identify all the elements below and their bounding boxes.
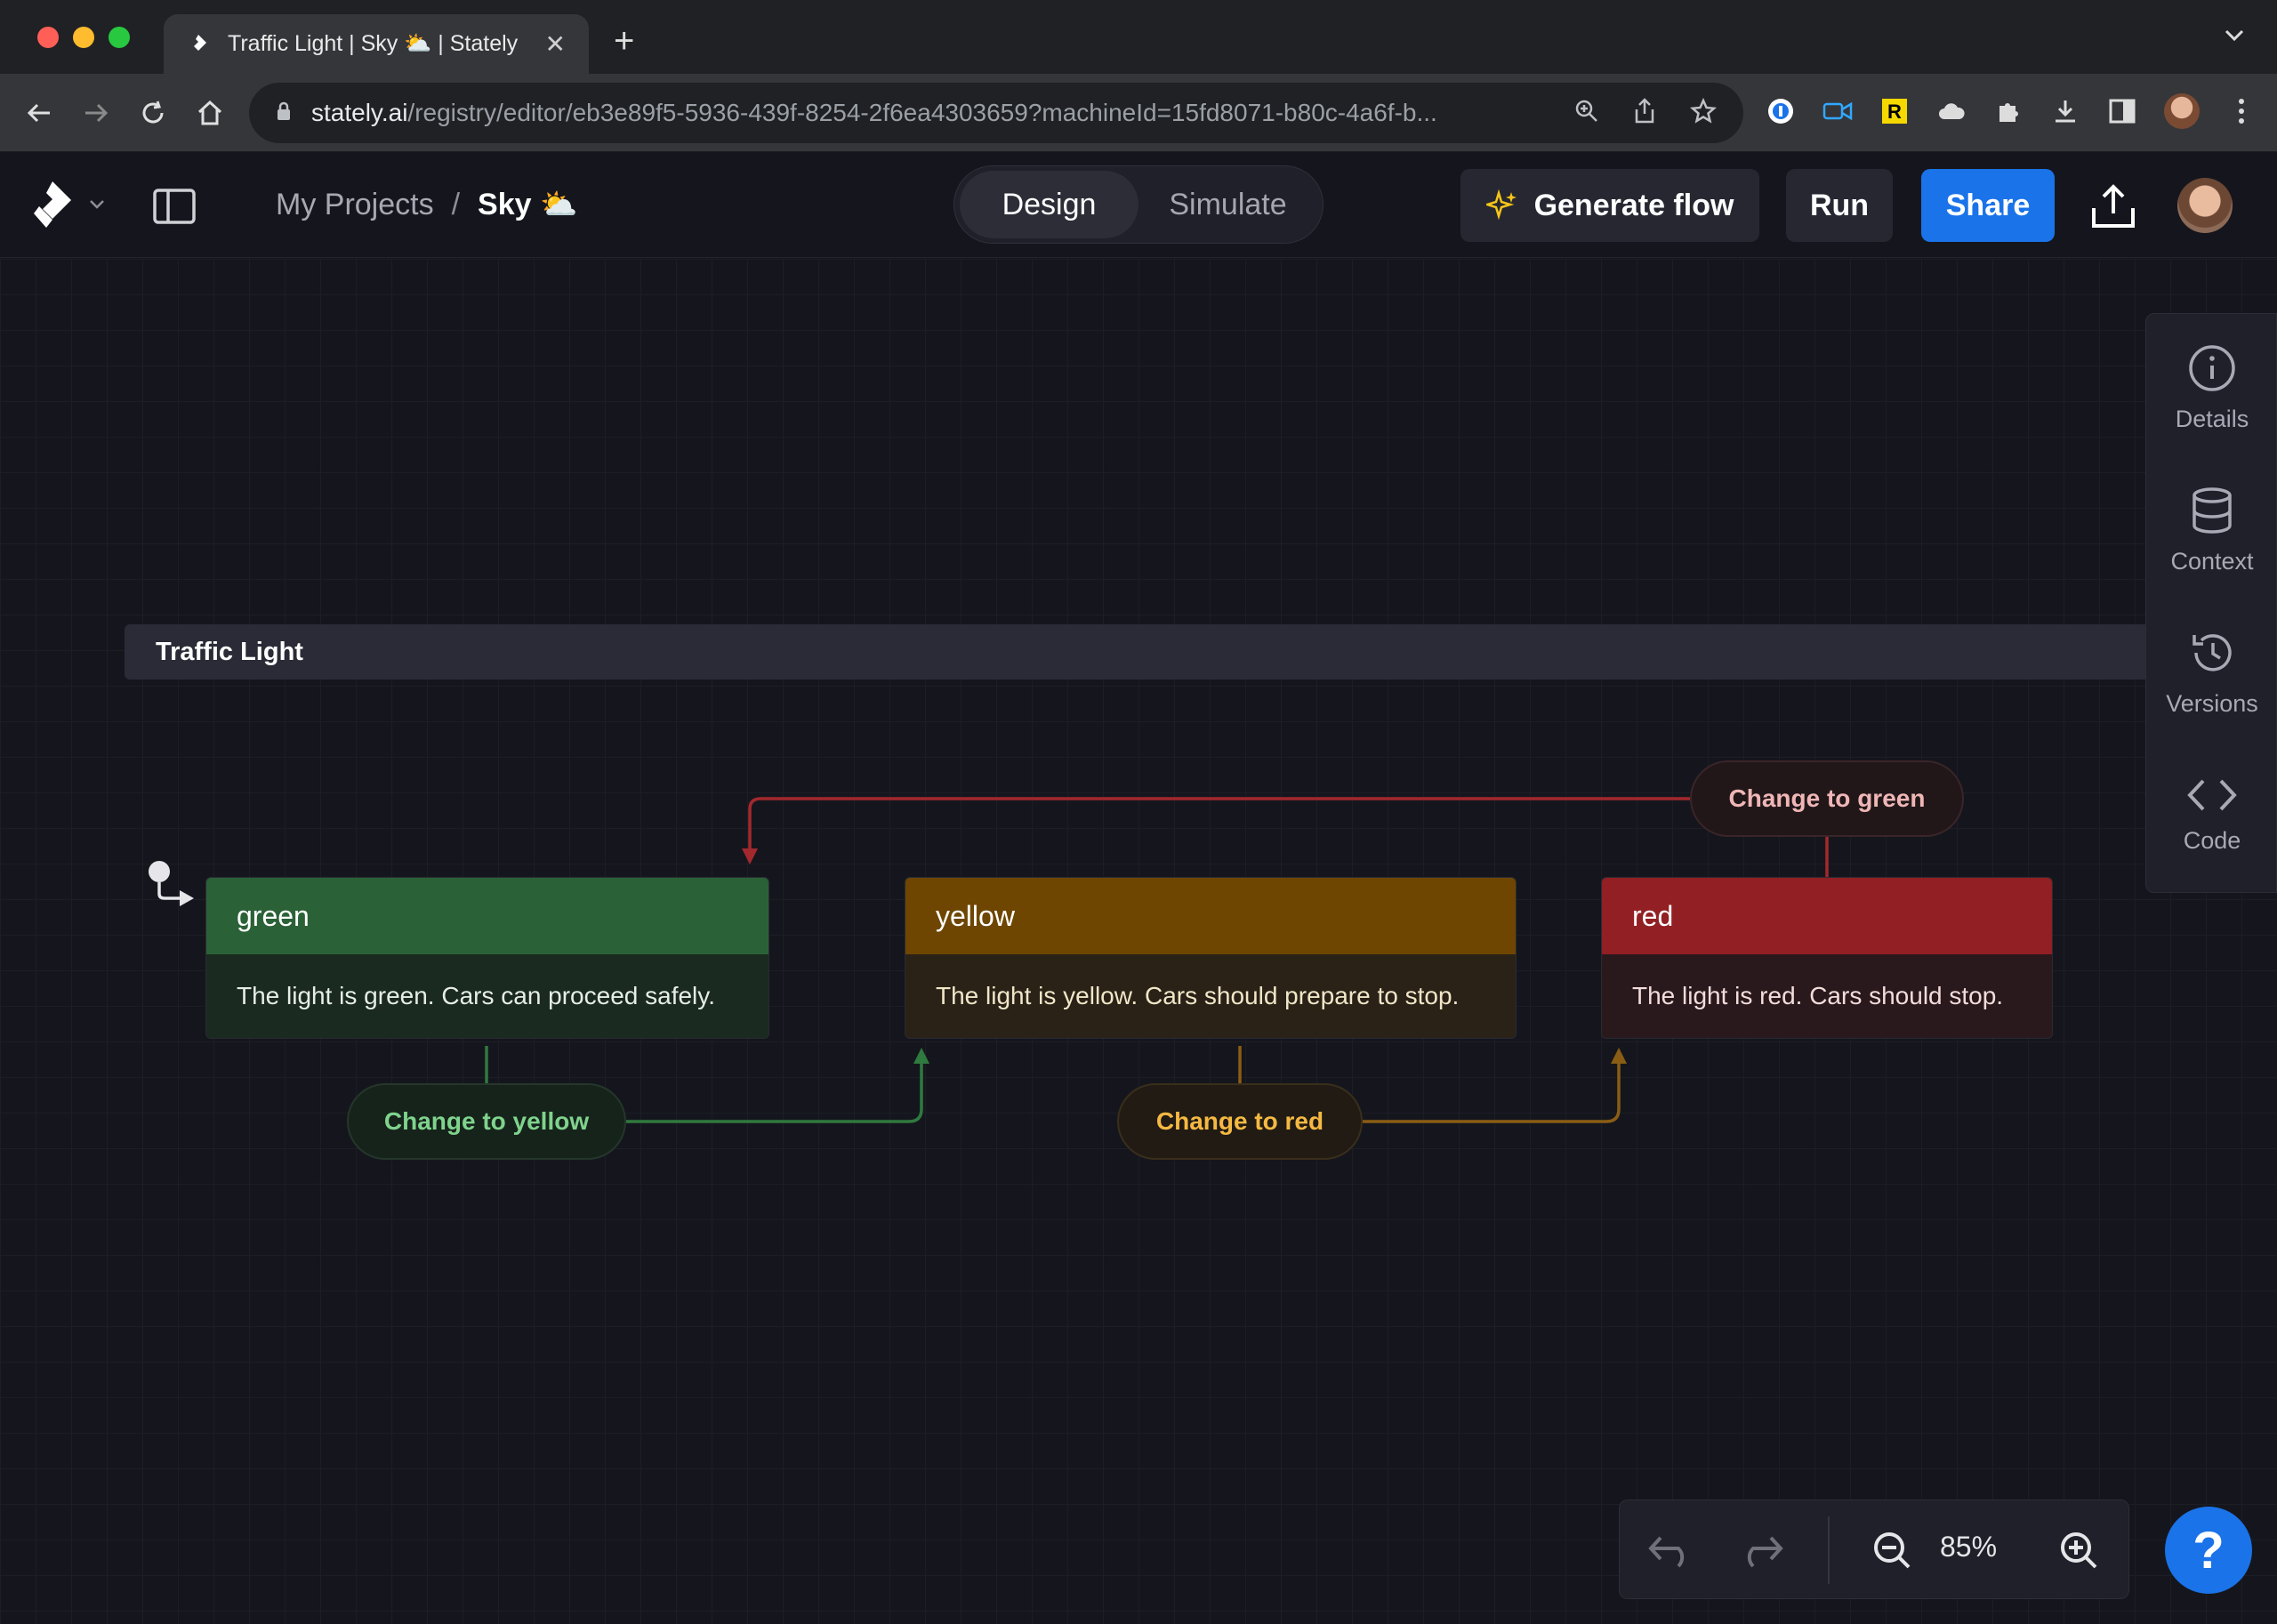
- undo-icon[interactable]: [1646, 1525, 1696, 1575]
- new-tab-button[interactable]: +: [614, 23, 634, 59]
- redo-icon[interactable]: [1735, 1525, 1785, 1575]
- browser-tab-active[interactable]: Traffic Light | Sky ⛅ | Stately ✕: [164, 14, 589, 74]
- app-header: My Projects / Sky ⛅ Design Simulate Gene…: [0, 153, 2277, 258]
- sparkles-icon: [1485, 189, 1517, 221]
- bookmark-star-icon[interactable]: [1689, 97, 1718, 129]
- generate-flow-button[interactable]: Generate flow: [1460, 169, 1759, 242]
- machine-title[interactable]: Traffic Light: [125, 624, 2145, 679]
- zoom-out-icon[interactable]: [1867, 1525, 1917, 1575]
- code-icon: [2187, 779, 2237, 810]
- video-camera-extension-icon[interactable]: [1822, 96, 1853, 126]
- event-change-to-red[interactable]: Change to red: [1117, 1083, 1363, 1160]
- home-icon[interactable]: [192, 95, 228, 131]
- browser-toolbar: stately.ai/registry/editor/eb3e89f5-5936…: [0, 74, 2277, 152]
- canvas-controls: 85%: [1619, 1499, 2129, 1599]
- url-text: stately.ai/registry/editor/eb3e89f5-5936…: [311, 99, 1574, 127]
- database-icon: [2193, 486, 2232, 534]
- zoom-in-icon[interactable]: [2054, 1525, 2104, 1575]
- window-minimize-button[interactable]: [73, 27, 94, 48]
- stately-logo-menu[interactable]: [30, 180, 105, 229]
- state-yellow[interactable]: yellow The light is yellow. Cars should …: [905, 877, 1517, 1039]
- url-path: /registry/editor/eb3e89f5-5936-439f-8254…: [407, 99, 1437, 126]
- share-button[interactable]: Share: [1921, 169, 2055, 242]
- generate-flow-label: Generate flow: [1533, 188, 1734, 222]
- download-icon[interactable]: [2050, 96, 2080, 126]
- breadcrumb-separator: /: [451, 187, 461, 221]
- state-green[interactable]: green The light is green. Cars can proce…: [205, 877, 769, 1039]
- window-maximize-button[interactable]: [109, 27, 130, 48]
- tab-close-icon[interactable]: ✕: [545, 29, 566, 59]
- r-extension-icon[interactable]: R: [1879, 96, 1910, 126]
- back-arrow-icon[interactable]: [21, 95, 57, 131]
- address-bar[interactable]: stately.ai/registry/editor/eb3e89f5-5936…: [249, 83, 1743, 143]
- side-panel-icon[interactable]: [2107, 96, 2137, 126]
- zoom-indicator-icon[interactable]: [1574, 99, 1599, 128]
- state-green-description: The light is green. Cars can proceed saf…: [206, 954, 768, 1038]
- right-side-panel: Details Context Versions Code: [2145, 313, 2277, 893]
- panel-item-context-label: Context: [2170, 547, 2254, 575]
- stately-favicon-icon: [187, 33, 210, 56]
- browser-tab-strip: Traffic Light | Sky ⛅ | Stately ✕ +: [0, 0, 2277, 74]
- state-green-name: green: [206, 878, 768, 954]
- export-upload-icon[interactable]: [2088, 181, 2138, 236]
- controls-divider: [1828, 1516, 1830, 1584]
- breadcrumb: My Projects / Sky ⛅: [276, 187, 577, 222]
- tab-title: Traffic Light | Sky ⛅ | Stately: [228, 31, 519, 56]
- info-icon: [2189, 344, 2235, 391]
- forward-arrow-icon[interactable]: [78, 95, 114, 131]
- stately-logo-icon: [34, 181, 71, 228]
- breadcrumb-my-projects[interactable]: My Projects: [276, 188, 434, 222]
- chevron-down-icon: [90, 200, 104, 209]
- history-icon: [2193, 633, 2232, 671]
- browser-menu-kebab-icon[interactable]: [2226, 96, 2257, 126]
- tab-simulate[interactable]: Simulate: [1138, 171, 1317, 238]
- state-red[interactable]: red The light is red. Cars should stop.: [1601, 877, 2053, 1039]
- panel-item-code-label: Code: [2183, 826, 2241, 854]
- extensions-area: R: [1766, 93, 2257, 129]
- url-host: stately.ai: [311, 99, 408, 126]
- panel-item-versions[interactable]: Versions: [2146, 606, 2277, 739]
- share-page-icon[interactable]: [1633, 97, 1656, 129]
- browser-profile-avatar[interactable]: [2164, 93, 2200, 129]
- event-change-to-green[interactable]: Change to green: [1690, 760, 1964, 837]
- puzzle-extensions-icon[interactable]: [1993, 96, 2024, 126]
- lock-icon: [276, 101, 292, 125]
- tab-search-chevron-icon[interactable]: [2224, 28, 2245, 47]
- reload-icon[interactable]: [135, 95, 171, 131]
- panel-item-details[interactable]: Details: [2146, 321, 2277, 454]
- state-yellow-description: The light is yellow. Cars should prepare…: [905, 954, 1516, 1038]
- svg-text:R: R: [1887, 100, 1902, 123]
- sidebar-toggle-icon[interactable]: [153, 189, 196, 229]
- breadcrumb-project-name[interactable]: Sky ⛅: [478, 187, 577, 222]
- cloud-extension-icon[interactable]: [1936, 96, 1967, 126]
- mode-switch: Design Simulate: [953, 165, 1324, 244]
- panel-item-details-label: Details: [2175, 405, 2249, 432]
- state-yellow-name: yellow: [905, 878, 1516, 954]
- panel-item-versions-label: Versions: [2166, 689, 2258, 717]
- tab-design[interactable]: Design: [960, 171, 1138, 238]
- run-button[interactable]: Run: [1786, 169, 1893, 242]
- event-change-to-yellow[interactable]: Change to yellow: [347, 1083, 626, 1160]
- help-button[interactable]: ?: [2165, 1507, 2252, 1594]
- user-avatar[interactable]: [2177, 178, 2233, 233]
- state-red-name: red: [1602, 878, 2052, 954]
- zoom-level: 85%: [1940, 1531, 1998, 1563]
- password-manager-extension-icon[interactable]: [1766, 96, 1796, 126]
- panel-item-code[interactable]: Code: [2146, 748, 2277, 881]
- state-red-description: The light is red. Cars should stop.: [1602, 954, 2052, 1038]
- panel-item-context[interactable]: Context: [2146, 463, 2277, 597]
- window-close-button[interactable]: [37, 27, 59, 48]
